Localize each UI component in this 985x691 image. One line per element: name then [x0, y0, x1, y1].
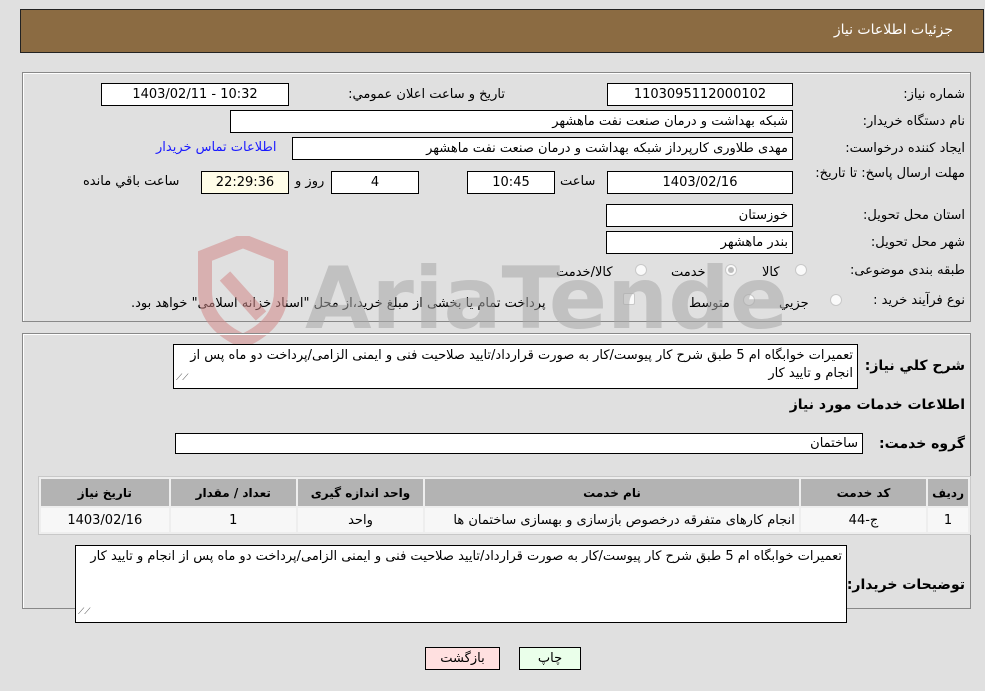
category-option-goods-service: کالا/خدمت — [556, 265, 613, 280]
purchase-type-option-medium: متوسط — [689, 296, 730, 311]
category-radio-service[interactable] — [725, 264, 737, 276]
days-label: روز و — [295, 174, 325, 189]
description-textarea[interactable]: تعمیرات خوابگاه ام 5 طبق شرح کار پیوست/ک… — [173, 344, 858, 389]
purchase-type-radio-small[interactable] — [830, 294, 842, 306]
table-row: 1 ج-44 انجام کارهای متفرقه درخصوص بازساز… — [41, 508, 968, 532]
resize-grip-icon[interactable]: ⟋⟋ — [176, 369, 189, 387]
announce-datetime-label: تاریخ و ساعت اعلان عمومي: — [348, 87, 505, 102]
province-field: خوزستان — [606, 204, 793, 227]
category-radio-goods-service[interactable] — [635, 264, 647, 276]
page-header: جزئیات اطلاعات نیاز — [20, 9, 984, 53]
announce-datetime-field: 1403/02/11 - 10:32 — [101, 83, 289, 106]
buyer-org-label: نام دستگاه خریدار: — [862, 114, 965, 129]
resize-grip-icon[interactable]: ⟋⟋ — [78, 603, 91, 621]
purchase-type-option-small: جزیي — [779, 296, 809, 311]
city-field: بندر ماهشهر — [606, 231, 793, 254]
print-button[interactable]: چاپ — [519, 647, 581, 670]
col-header-need-date: تاریخ نیاز — [41, 479, 169, 506]
days-remaining-field: 4 — [331, 171, 419, 194]
col-header-unit: واحد اندازه گیری — [297, 479, 424, 506]
services-table-wrapper: ردیف کد خدمت نام خدمت واحد اندازه گیری ت… — [38, 476, 971, 535]
cell-need-date: 1403/02/16 — [41, 508, 169, 532]
page-title: جزئیات اطلاعات نیاز — [833, 22, 953, 38]
cell-row-number: 1 — [928, 508, 968, 532]
cell-quantity: 1 — [170, 508, 296, 532]
cell-service-name: انجام کارهای متفرقه درخصوص بازسازی و بهس… — [425, 508, 799, 532]
deadline-time-field: 10:45 — [467, 171, 555, 194]
deadline-date-field: 1403/02/16 — [607, 171, 793, 194]
buyer-notes-textarea[interactable]: تعمیرات خوابگاه ام 5 طبق شرح کار پیوست/ک… — [75, 545, 847, 623]
category-option-goods: کالا — [762, 265, 780, 280]
buyer-notes-label: توضیحات خریدار: — [846, 577, 965, 593]
description-label: شرح کلي نیاز: — [864, 358, 965, 374]
service-group-field: ساختمان — [175, 433, 863, 454]
treasury-note: پرداخت تمام یا بخشی از مبلغ خرید،از محل … — [131, 296, 546, 311]
purchase-type-radio-medium[interactable] — [743, 294, 755, 306]
category-label: طبقه بندی موضوعی: — [849, 263, 965, 278]
col-header-service-code: کد خدمت — [800, 479, 927, 506]
table-header-row: ردیف کد خدمت نام خدمت واحد اندازه گیری ت… — [41, 479, 968, 506]
province-label: استان محل تحویل: — [863, 208, 965, 223]
buyer-org-field: شبکه بهداشت و درمان صنعت نفت ماهشهر — [230, 110, 793, 133]
col-header-service-name: نام خدمت — [425, 479, 799, 506]
buyer-contact-link[interactable]: اطلاعات تماس خریدار — [156, 140, 276, 155]
description-text: تعمیرات خوابگاه ام 5 طبق شرح کار پیوست/ک… — [190, 348, 853, 381]
requester-label: ایجاد کننده درخواست: — [845, 141, 965, 156]
cell-unit: واحد — [297, 508, 424, 532]
deadline-time-label: ساعت — [560, 174, 596, 189]
requester-field: مهدی طلاوری کارپرداز شبکه بهداشت و درمان… — [292, 137, 793, 160]
need-number-label: شماره نیاز: — [903, 87, 965, 102]
treasury-checkbox[interactable] — [623, 293, 635, 305]
cell-service-code: ج-44 — [800, 508, 927, 532]
col-header-row-number: ردیف — [928, 479, 968, 506]
time-remaining-label: ساعت باقي مانده — [83, 174, 180, 189]
time-remaining-field: 22:29:36 — [201, 171, 289, 194]
services-table: ردیف کد خدمت نام خدمت واحد اندازه گیری ت… — [38, 476, 971, 535]
deadline-label: مهلت ارسال پاسخ: تا تاریخ: — [815, 166, 965, 181]
service-group-label: گروه خدمت: — [879, 436, 965, 452]
buyer-notes-text: تعمیرات خوابگاه ام 5 طبق شرح کار پیوست/ک… — [90, 549, 842, 564]
category-radio-goods[interactable] — [795, 264, 807, 276]
back-button[interactable]: بازگشت — [425, 647, 500, 670]
need-number-field: 1103095112000102 — [607, 83, 793, 106]
col-header-quantity: تعداد / مقدار — [170, 479, 296, 506]
city-label: شهر محل تحویل: — [870, 235, 965, 250]
services-section-title: اطلاعات خدمات مورد نیاز — [789, 397, 965, 413]
category-option-service: خدمت — [671, 265, 706, 280]
purchase-type-label: نوع فرآیند خرید : — [873, 293, 965, 308]
